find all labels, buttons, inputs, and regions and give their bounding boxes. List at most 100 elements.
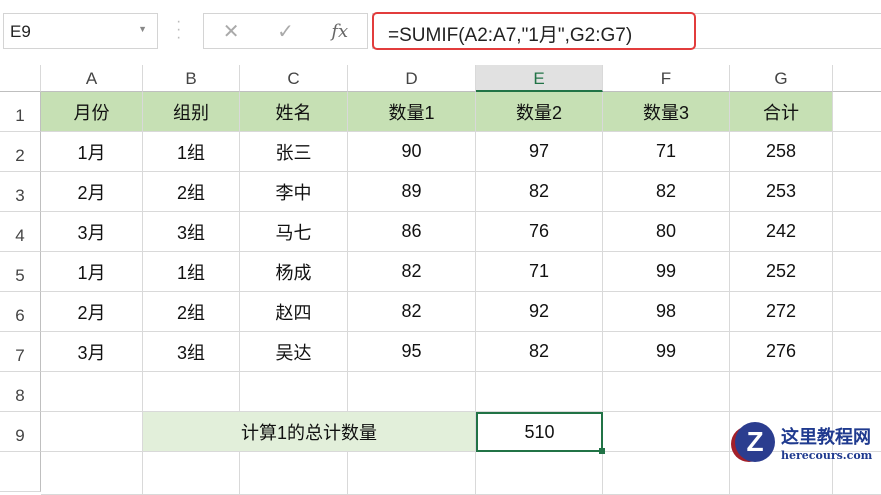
table-cell[interactable]: 杨成 bbox=[240, 252, 348, 292]
column-header-G[interactable]: G bbox=[730, 65, 833, 92]
table-cell[interactable]: 3组 bbox=[143, 332, 240, 372]
row-header-9[interactable]: 9 bbox=[0, 412, 41, 452]
header-cell[interactable]: 月份 bbox=[41, 92, 143, 132]
table-cell[interactable]: 赵四 bbox=[240, 292, 348, 332]
cell[interactable] bbox=[833, 132, 881, 172]
cell[interactable] bbox=[833, 252, 881, 292]
table-cell[interactable]: 92 bbox=[476, 292, 603, 332]
drag-handle-icon[interactable]: · · · bbox=[176, 14, 181, 46]
table-cell[interactable]: 99 bbox=[603, 252, 730, 292]
table-cell[interactable]: 98 bbox=[603, 292, 730, 332]
chevron-down-icon[interactable]: ▼ bbox=[138, 24, 147, 34]
row-header-10[interactable] bbox=[0, 452, 41, 492]
column-header-E[interactable]: E bbox=[476, 65, 603, 92]
table-cell[interactable]: 1月 bbox=[41, 132, 143, 172]
table-cell[interactable]: 1月 bbox=[41, 252, 143, 292]
table-cell[interactable]: 马七 bbox=[240, 212, 348, 252]
column-header-C[interactable]: C bbox=[240, 65, 348, 92]
header-cell[interactable]: 姓名 bbox=[240, 92, 348, 132]
summary-label-cell[interactable]: 计算1的总计数量 bbox=[143, 412, 476, 452]
table-cell[interactable]: 张三 bbox=[240, 132, 348, 172]
cell[interactable] bbox=[41, 372, 143, 412]
table-cell[interactable]: 252 bbox=[730, 252, 833, 292]
table-cell[interactable]: 253 bbox=[730, 172, 833, 212]
cell[interactable] bbox=[833, 372, 881, 412]
table-cell[interactable]: 90 bbox=[348, 132, 476, 172]
row-header-7[interactable]: 7 bbox=[0, 332, 41, 372]
table-cell[interactable]: 80 bbox=[603, 212, 730, 252]
table-cell[interactable]: 82 bbox=[476, 172, 603, 212]
check-icon[interactable]: ✓ bbox=[277, 19, 294, 44]
table-cell[interactable]: 2月 bbox=[41, 292, 143, 332]
cell[interactable] bbox=[240, 452, 348, 495]
column-header-B[interactable]: B bbox=[143, 65, 240, 92]
cell[interactable] bbox=[833, 292, 881, 332]
cell[interactable] bbox=[730, 372, 833, 412]
table-cell[interactable]: 2组 bbox=[143, 292, 240, 332]
header-cell[interactable]: 组别 bbox=[143, 92, 240, 132]
cell[interactable] bbox=[41, 452, 143, 495]
table-cell[interactable]: 71 bbox=[603, 132, 730, 172]
row-header-4[interactable]: 4 bbox=[0, 212, 41, 252]
table-cell[interactable]: 82 bbox=[348, 252, 476, 292]
cell[interactable] bbox=[603, 412, 730, 452]
table-cell[interactable]: 3月 bbox=[41, 332, 143, 372]
cell[interactable] bbox=[603, 372, 730, 412]
cell[interactable] bbox=[348, 452, 476, 495]
table-cell[interactable]: 97 bbox=[476, 132, 603, 172]
table-cell[interactable]: 82 bbox=[348, 292, 476, 332]
column-header-H[interactable] bbox=[833, 65, 881, 92]
table-cell[interactable]: 1组 bbox=[143, 252, 240, 292]
summary-value-cell[interactable]: 510 bbox=[476, 412, 603, 452]
header-cell[interactable]: 数量2 bbox=[476, 92, 603, 132]
cancel-icon[interactable]: ✕ bbox=[223, 19, 240, 44]
table-cell[interactable]: 71 bbox=[476, 252, 603, 292]
column-header-A[interactable]: A bbox=[41, 65, 143, 92]
cell[interactable] bbox=[348, 372, 476, 412]
table-cell[interactable]: 95 bbox=[348, 332, 476, 372]
cell[interactable] bbox=[603, 452, 730, 495]
table-cell[interactable]: 1组 bbox=[143, 132, 240, 172]
table-cell[interactable]: 89 bbox=[348, 172, 476, 212]
row-header-8[interactable]: 8 bbox=[0, 372, 41, 412]
table-cell[interactable]: 2组 bbox=[143, 172, 240, 212]
table-cell[interactable]: 99 bbox=[603, 332, 730, 372]
cell[interactable] bbox=[143, 452, 240, 495]
select-all-corner[interactable] bbox=[0, 65, 41, 92]
cell[interactable] bbox=[833, 212, 881, 252]
cell[interactable] bbox=[476, 372, 603, 412]
row-header-5[interactable]: 5 bbox=[0, 252, 41, 292]
table-cell[interactable]: 3组 bbox=[143, 212, 240, 252]
row-header-1[interactable]: 1 bbox=[0, 92, 41, 132]
formula-input[interactable]: =SUMIF(A2:A7,"1月",G2:G7) bbox=[372, 12, 696, 50]
table-cell[interactable]: 3月 bbox=[41, 212, 143, 252]
row-header-6[interactable]: 6 bbox=[0, 292, 41, 332]
cell[interactable] bbox=[476, 452, 603, 495]
table-cell[interactable]: 76 bbox=[476, 212, 603, 252]
cell[interactable] bbox=[240, 372, 348, 412]
table-cell[interactable]: 李中 bbox=[240, 172, 348, 212]
column-header-F[interactable]: F bbox=[603, 65, 730, 92]
row-header-2[interactable]: 2 bbox=[0, 132, 41, 172]
cell[interactable] bbox=[833, 332, 881, 372]
header-cell[interactable]: 合计 bbox=[730, 92, 833, 132]
header-cell[interactable]: 数量1 bbox=[348, 92, 476, 132]
table-cell[interactable]: 82 bbox=[603, 172, 730, 212]
insert-function-icon[interactable]: fx bbox=[331, 21, 348, 42]
column-header-D[interactable]: D bbox=[348, 65, 476, 92]
cell[interactable] bbox=[833, 92, 881, 132]
row-header-3[interactable]: 3 bbox=[0, 172, 41, 212]
table-cell[interactable]: 258 bbox=[730, 132, 833, 172]
cell[interactable] bbox=[833, 172, 881, 212]
cell[interactable] bbox=[41, 412, 143, 452]
name-box[interactable]: E9 ▼ bbox=[3, 13, 158, 49]
table-cell[interactable]: 2月 bbox=[41, 172, 143, 212]
table-cell[interactable]: 82 bbox=[476, 332, 603, 372]
header-cell[interactable]: 数量3 bbox=[603, 92, 730, 132]
table-cell[interactable]: 吴达 bbox=[240, 332, 348, 372]
table-cell[interactable]: 242 bbox=[730, 212, 833, 252]
table-cell[interactable]: 86 bbox=[348, 212, 476, 252]
cell[interactable] bbox=[143, 372, 240, 412]
table-cell[interactable]: 276 bbox=[730, 332, 833, 372]
fill-handle[interactable] bbox=[599, 448, 605, 454]
